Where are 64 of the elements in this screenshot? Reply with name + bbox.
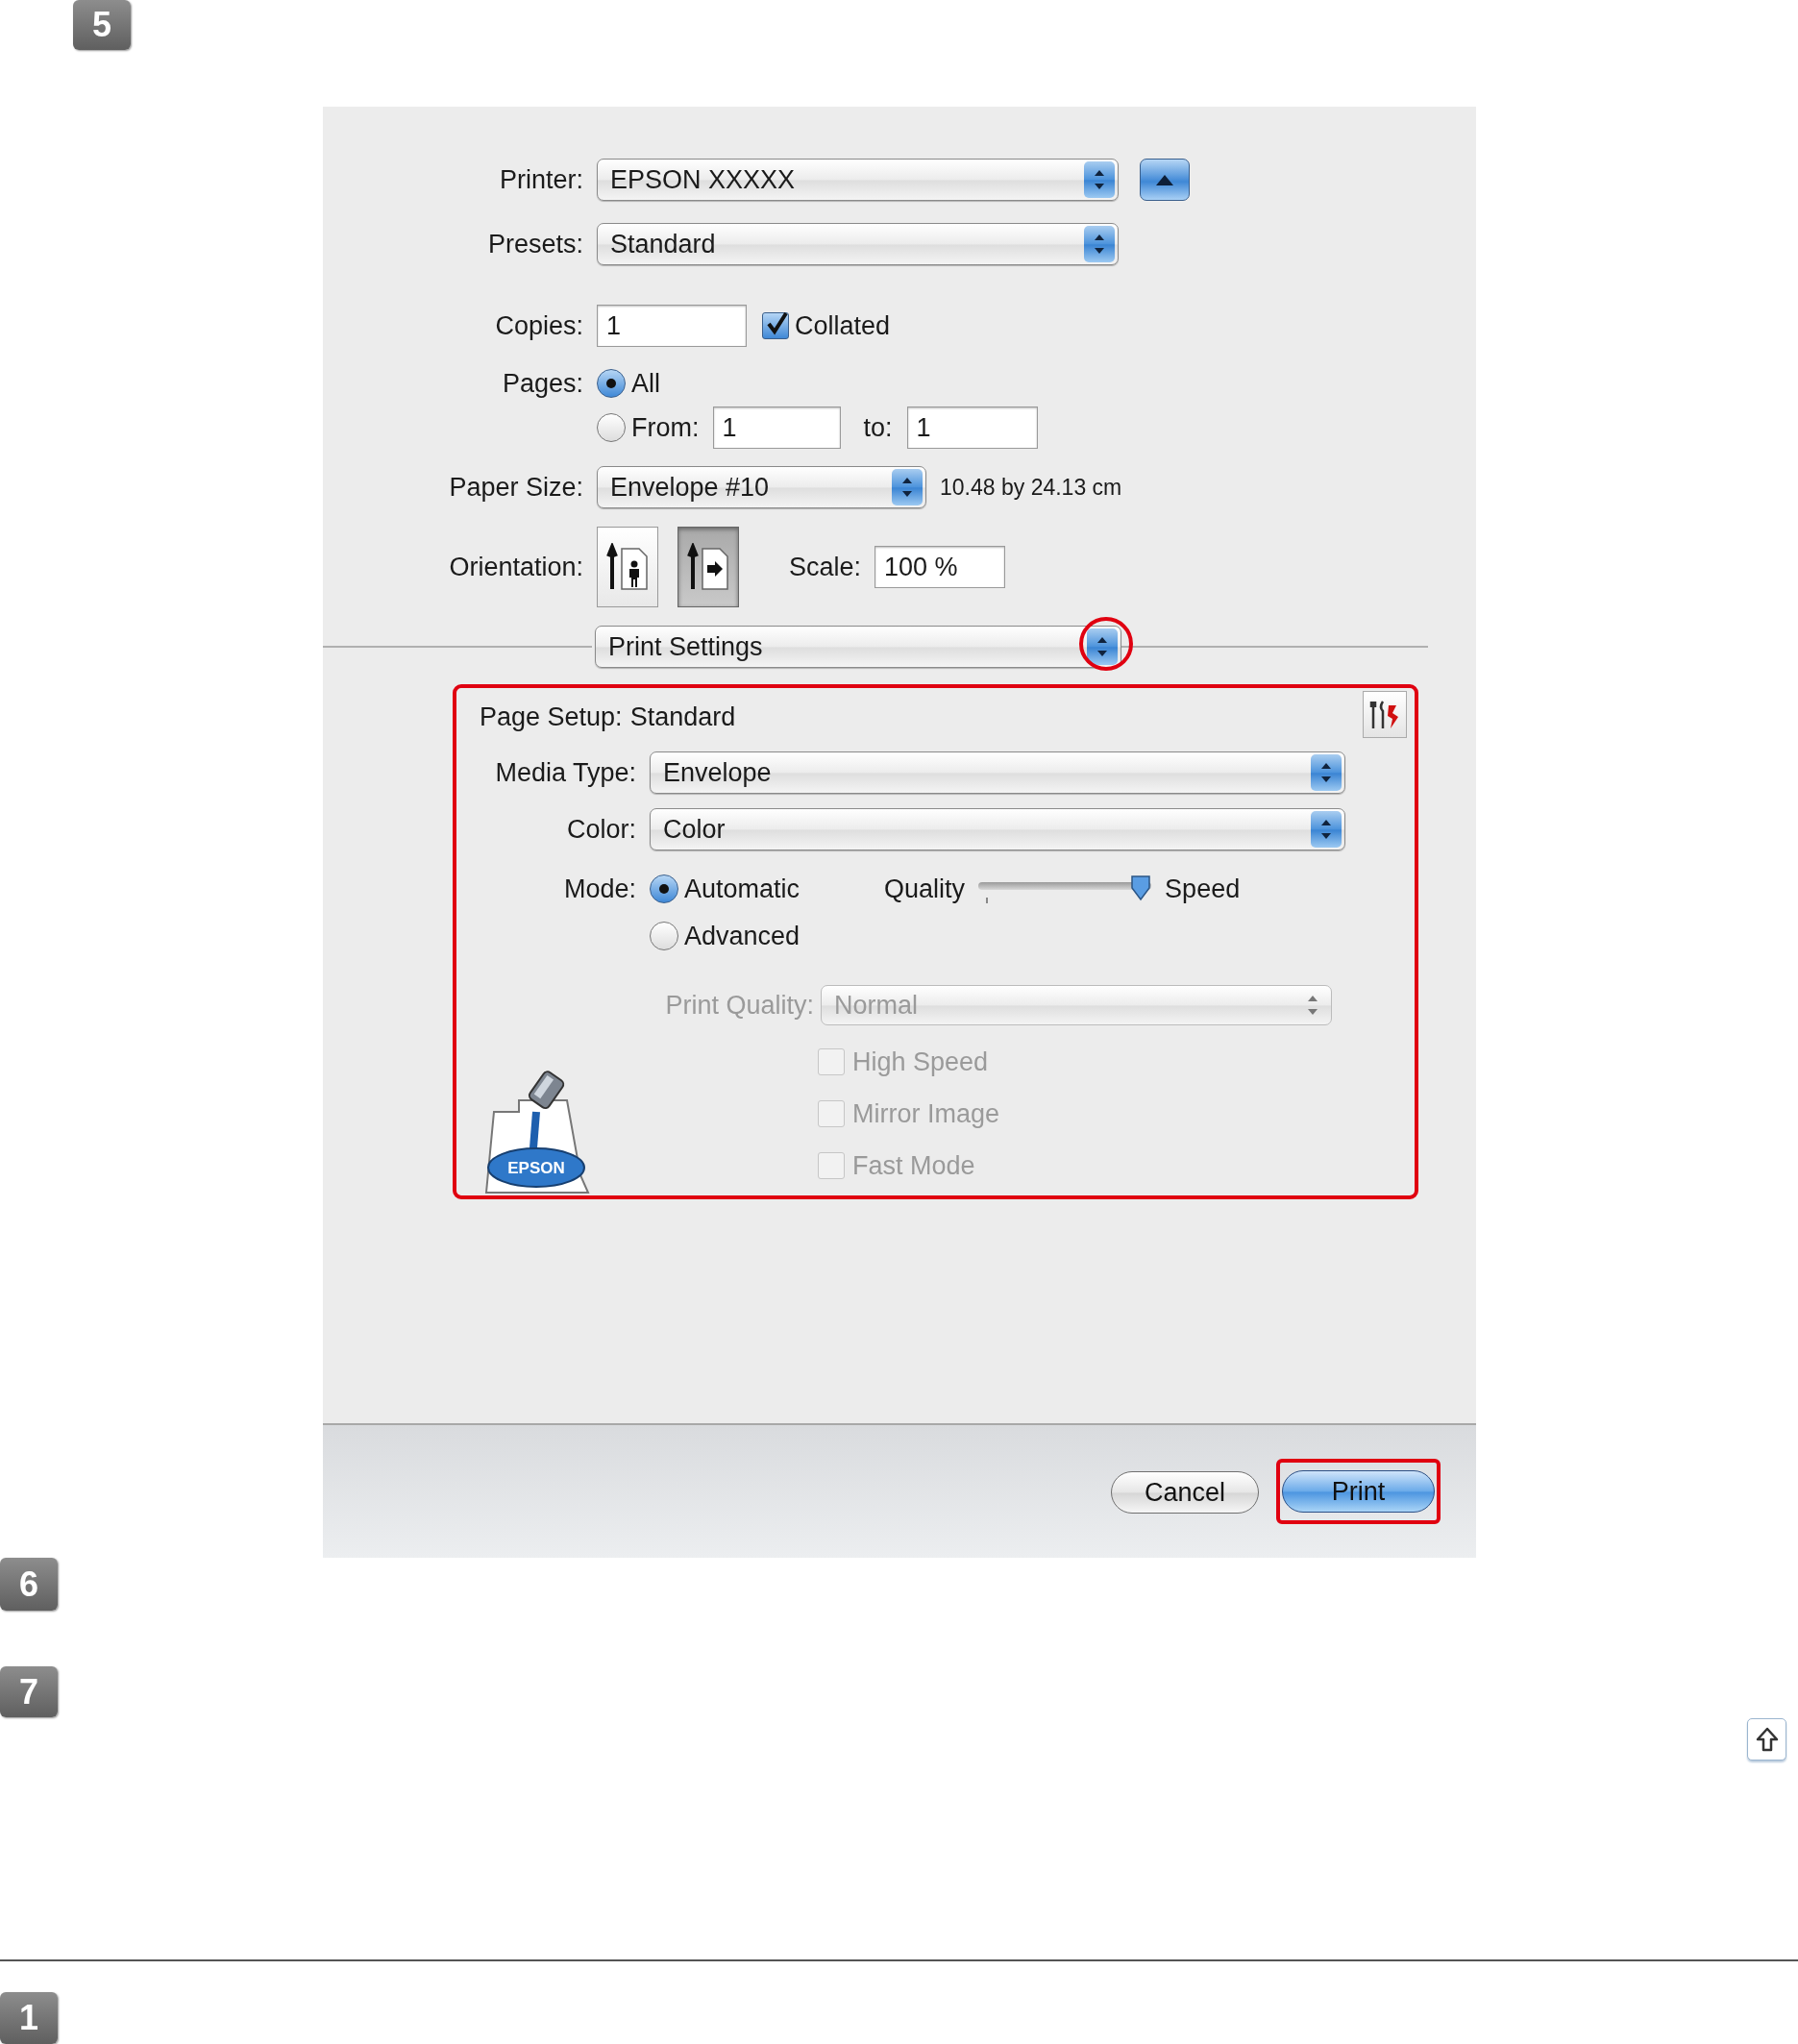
collapse-button[interactable] <box>1140 159 1190 201</box>
scale-label: Scale: <box>789 552 862 582</box>
tools-button[interactable] <box>1363 691 1407 738</box>
radio-button[interactable] <box>597 413 626 442</box>
media-type-popup[interactable]: Envelope <box>650 751 1345 794</box>
orientation-label: Orientation: <box>448 552 583 582</box>
paper-dimensions: 10.48 by 24.13 cm <box>940 474 1122 501</box>
step-number-badge: 7 <box>0 1666 58 1717</box>
page-setup-label: Page Setup: <box>480 702 623 732</box>
up-triangle-icon <box>1155 173 1174 186</box>
radio-label: All <box>631 368 660 399</box>
printer-label: Printer: <box>498 164 583 195</box>
stepper-arrows-icon <box>1311 754 1342 791</box>
step-number-badge: 5 <box>73 0 131 50</box>
stepper-arrows-icon <box>892 469 923 505</box>
stepper-arrows-icon <box>1087 628 1118 665</box>
orientation-button[interactable] <box>677 527 739 607</box>
page-setup-value: Standard <box>629 702 736 732</box>
collated-checkbox[interactable] <box>762 312 789 339</box>
print-button[interactable]: Print <box>1282 1470 1435 1513</box>
radio-label: Automatic <box>684 874 800 904</box>
media-type-label: Media Type: <box>494 757 636 788</box>
presets-popup[interactable]: Standard <box>597 223 1119 265</box>
radio-button[interactable] <box>650 922 678 950</box>
scale-field[interactable]: 100 % <box>874 546 1006 588</box>
step-number-badge: 6 <box>0 1558 58 1611</box>
radio-button[interactable] <box>597 369 626 398</box>
color-label: Color: <box>565 814 636 845</box>
printer-popup[interactable]: EPSON XXXXX <box>597 159 1119 201</box>
radio-button[interactable] <box>650 874 678 903</box>
to-label: to: <box>863 412 893 443</box>
copies-field[interactable]: 1 <box>597 305 747 347</box>
cancel-button[interactable]: Cancel <box>1111 1471 1259 1514</box>
panel-menu-popup[interactable]: Print Settings <box>595 626 1121 668</box>
from-page-field[interactable]: 1 <box>712 406 841 449</box>
option-label: Mirror Image <box>852 1098 1000 1129</box>
slider-thumb[interactable] <box>1130 874 1152 901</box>
collated-label: Collated <box>795 310 891 341</box>
stepper-arrows-icon <box>1084 226 1115 262</box>
print-quality-label: Print Quality: <box>664 990 814 1021</box>
radio-label: Advanced <box>684 921 800 951</box>
color-popup[interactable]: Color <box>650 808 1345 850</box>
portrait-orientation-icon <box>606 543 649 591</box>
stepper-arrows-icon <box>1311 811 1342 848</box>
mode-label: Mode: <box>562 874 636 904</box>
stepper-arrows-icon <box>1084 161 1115 198</box>
pages-label: Pages: <box>501 368 583 399</box>
orientation-button[interactable] <box>597 527 658 607</box>
presets-label: Presets: <box>486 229 583 259</box>
back-to-top-button[interactable] <box>1747 1718 1786 1761</box>
option-label: High Speed <box>852 1047 989 1077</box>
quality-label: Quality <box>884 874 966 904</box>
up-arrow-icon <box>1754 1726 1780 1753</box>
option-label: Fast Mode <box>852 1150 975 1181</box>
copies-label: Copies: <box>494 310 583 341</box>
paper-size-label: Paper Size: <box>448 472 583 503</box>
to-page-field[interactable]: 1 <box>906 406 1038 449</box>
landscape-orientation-icon <box>687 543 729 591</box>
paper-size-popup[interactable]: Envelope #10 <box>597 466 926 508</box>
radio-label: From: <box>631 412 700 443</box>
speed-label: Speed <box>1165 874 1241 904</box>
quality-speed-slider[interactable] <box>978 873 1152 905</box>
highlight-circle <box>1079 617 1133 671</box>
step-number-badge: 1 <box>0 1992 58 2044</box>
